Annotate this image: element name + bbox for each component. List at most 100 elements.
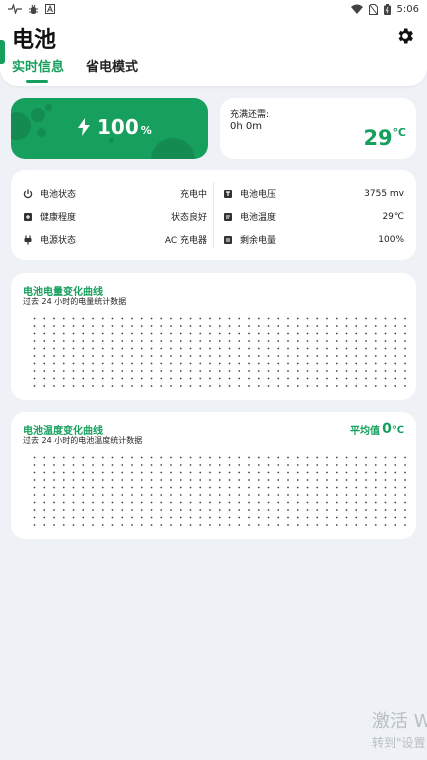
grid-dot — [179, 494, 182, 496]
no-sim-icon — [368, 3, 378, 15]
grid-dot — [355, 377, 358, 380]
grid-dot — [228, 456, 231, 459]
grid-dot — [384, 370, 387, 372]
grid-dot — [131, 340, 133, 342]
grid-dot — [150, 325, 153, 327]
grid-dot — [53, 456, 55, 459]
grid-dot — [257, 464, 260, 466]
grid-dot — [121, 340, 124, 342]
grid-dot — [248, 362, 250, 365]
grid-dot — [179, 464, 182, 466]
grid-dot — [53, 385, 55, 387]
grid-dot — [189, 317, 192, 320]
tab-realtime-info[interactable]: 实时信息 — [12, 56, 64, 83]
grid-dot — [140, 494, 143, 496]
grid-dot — [296, 456, 299, 459]
grid-dot — [101, 340, 104, 342]
grid-dot — [121, 325, 124, 327]
grid-dot — [277, 501, 280, 504]
grid-dot — [384, 516, 387, 519]
voltage-icon — [224, 189, 232, 198]
grid-dot — [140, 317, 143, 320]
grid-dot — [238, 332, 241, 335]
grid-dot — [82, 464, 85, 466]
grid-dot — [267, 332, 270, 335]
grid-dot — [316, 377, 319, 380]
grid-dot — [287, 486, 289, 489]
grid-dot — [355, 494, 358, 496]
grid-dot — [62, 377, 65, 380]
grid-dot — [62, 524, 65, 526]
grid-dot — [101, 370, 104, 372]
grid-dot — [257, 524, 260, 526]
grid-dot — [257, 501, 260, 504]
grid-dot — [101, 479, 104, 481]
grid-dot — [394, 332, 397, 335]
grid-dot — [92, 355, 94, 357]
grid-dot — [267, 370, 270, 372]
grid-dot — [384, 317, 387, 320]
grid-dot — [189, 370, 192, 372]
grid-dot — [199, 494, 202, 496]
grid-dot — [160, 325, 163, 327]
grid-dot — [257, 340, 260, 342]
grid-dot — [101, 377, 104, 380]
grid-dot — [296, 486, 299, 489]
grid-dot — [365, 325, 367, 327]
grid-dot — [101, 501, 104, 504]
grid-dot — [160, 486, 163, 489]
grid-dot — [394, 317, 397, 320]
grid-dot — [384, 325, 387, 327]
grid-dot — [384, 385, 387, 387]
charge-remaining-time: 0h 0m — [230, 121, 262, 132]
grid-dot — [287, 325, 289, 327]
grid-dot — [131, 494, 133, 496]
grid-dot — [335, 524, 338, 526]
grid-dot — [131, 509, 133, 511]
grid-dot — [287, 362, 289, 365]
grid-dot — [248, 317, 250, 320]
pulse-icon — [8, 4, 22, 14]
grid-dot — [121, 516, 124, 519]
grid-dot — [209, 370, 211, 372]
grid-dot — [394, 355, 397, 357]
grid-dot — [277, 370, 280, 372]
grid-dot — [72, 325, 75, 327]
grid-dot — [131, 317, 133, 320]
grid-dot — [82, 362, 85, 365]
settings-gear-icon[interactable] — [395, 26, 415, 46]
grid-dot — [394, 377, 397, 380]
grid-dot — [335, 516, 338, 519]
grid-dot — [238, 355, 241, 357]
grid-dot — [62, 464, 65, 466]
grid-dot — [365, 332, 367, 335]
grid-dot — [394, 362, 397, 365]
grid-dot — [404, 509, 406, 511]
grid-dot — [218, 516, 221, 519]
grid-dot — [228, 317, 231, 320]
grid-dot — [248, 516, 250, 519]
grid-dot — [111, 509, 114, 511]
grid-dot — [384, 340, 387, 342]
temperature-chart-subtitle: 过去 24 小时的电池温度统计数据 — [23, 436, 143, 445]
grid-dot — [140, 385, 143, 387]
grid-dot — [131, 347, 133, 350]
grid-dot — [248, 479, 250, 481]
grid-dot — [33, 362, 36, 365]
grid-dot — [228, 524, 231, 526]
grid-dot — [296, 340, 299, 342]
bug-icon — [29, 4, 38, 14]
grid-dot — [404, 377, 406, 380]
grid-dot — [277, 355, 280, 357]
grid-dot — [43, 494, 46, 496]
grid-dot — [170, 479, 172, 481]
grid-dot — [228, 479, 231, 481]
grid-dot — [296, 479, 299, 481]
grid-dot — [306, 501, 309, 504]
grid-dot — [394, 524, 397, 526]
grid-dot — [131, 471, 133, 474]
grid-dot — [345, 355, 348, 357]
grid-dot — [218, 464, 221, 466]
decor-bubble — [37, 128, 46, 137]
tab-power-saving[interactable]: 省电模式 — [86, 56, 138, 83]
